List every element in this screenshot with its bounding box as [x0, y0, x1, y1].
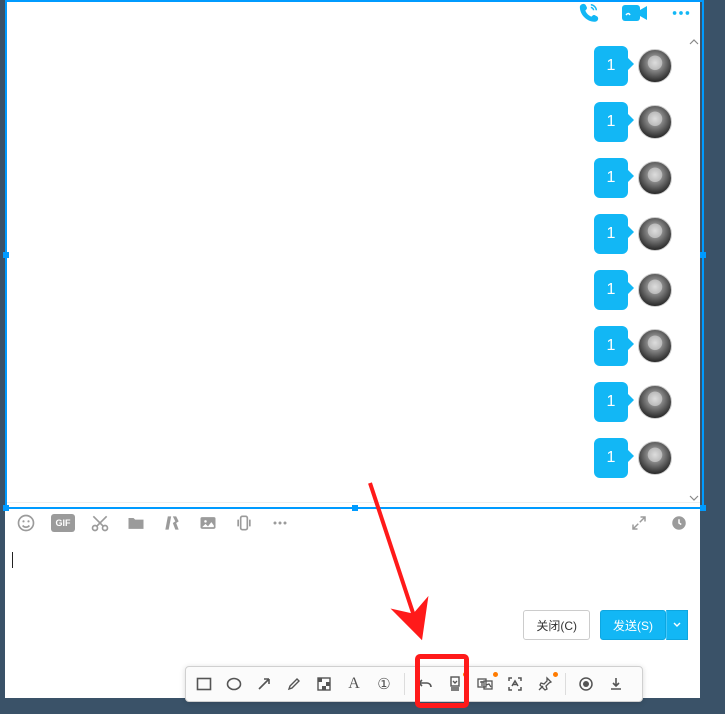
image-icon[interactable] — [197, 512, 219, 534]
serial-tool-icon[interactable]: ① — [374, 674, 394, 694]
message-row: 1 — [594, 326, 672, 366]
send-button[interactable]: 发送(S) — [600, 610, 666, 640]
send-button-row: 关闭(C) 发送(S) — [523, 610, 688, 640]
avatar[interactable] — [638, 217, 672, 251]
translate-tool-icon[interactable] — [475, 674, 495, 694]
message-row: 1 — [594, 214, 672, 254]
cut-icon[interactable] — [89, 512, 111, 534]
more-icon[interactable] — [670, 2, 692, 24]
record-tool-icon[interactable] — [576, 674, 596, 694]
expand-icon[interactable] — [628, 512, 650, 534]
download-tool-icon[interactable] — [606, 674, 626, 694]
input-toolbar: GIF — [5, 502, 700, 543]
link-icon[interactable] — [161, 512, 183, 534]
ocr-tool-icon[interactable] — [505, 674, 525, 694]
pen-tool-icon[interactable] — [284, 674, 304, 694]
avatar[interactable] — [638, 161, 672, 195]
screenshot-toolbar: A ① — [185, 666, 643, 702]
more-tools-icon[interactable] — [269, 512, 291, 534]
message-bubble[interactable]: 1 — [594, 214, 628, 254]
message-bubble[interactable]: 1 — [594, 102, 628, 142]
message-bubble[interactable]: 1 — [594, 326, 628, 366]
ellipse-tool-icon[interactable] — [224, 674, 244, 694]
avatar[interactable] — [638, 441, 672, 475]
message-bubble[interactable]: 1 — [594, 438, 628, 478]
send-dropdown-icon[interactable] — [666, 610, 688, 640]
avatar[interactable] — [638, 385, 672, 419]
chat-header — [5, 0, 700, 34]
message-row: 1 — [594, 270, 672, 310]
rect-tool-icon[interactable] — [194, 674, 214, 694]
message-bubble[interactable]: 1 — [594, 158, 628, 198]
folder-icon[interactable] — [125, 512, 147, 534]
text-tool-icon[interactable]: A — [344, 674, 364, 694]
toolbar-divider — [404, 673, 405, 695]
shake-icon[interactable] — [233, 512, 255, 534]
message-bubble[interactable]: 1 — [594, 382, 628, 422]
gif-icon[interactable]: GIF — [51, 514, 75, 532]
toolbar-divider — [565, 673, 566, 695]
avatar[interactable] — [638, 49, 672, 83]
chat-window: 1 1 1 1 1 1 1 1 GIF 关闭(C) 发送(S) — [5, 0, 700, 698]
long-screenshot-icon[interactable] — [445, 674, 465, 694]
pin-tool-icon[interactable] — [535, 674, 555, 694]
undo-tool-icon[interactable] — [415, 674, 435, 694]
history-icon[interactable] — [668, 512, 690, 534]
avatar[interactable] — [638, 329, 672, 363]
text-cursor — [12, 552, 13, 568]
voice-call-icon[interactable] — [578, 2, 600, 24]
avatar[interactable] — [638, 105, 672, 139]
video-call-icon[interactable] — [622, 3, 648, 23]
arrow-tool-icon[interactable] — [254, 674, 274, 694]
message-bubble[interactable]: 1 — [594, 270, 628, 310]
chat-messages: 1 1 1 1 1 1 1 1 — [5, 34, 700, 503]
message-row: 1 — [594, 438, 672, 478]
message-row: 1 — [594, 102, 672, 142]
message-row: 1 — [594, 46, 672, 86]
close-button[interactable]: 关闭(C) — [523, 610, 590, 640]
emoji-icon[interactable] — [15, 512, 37, 534]
mosaic-tool-icon[interactable] — [314, 674, 334, 694]
message-row: 1 — [594, 158, 672, 198]
message-row: 1 — [594, 382, 672, 422]
avatar[interactable] — [638, 273, 672, 307]
message-bubble[interactable]: 1 — [594, 46, 628, 86]
